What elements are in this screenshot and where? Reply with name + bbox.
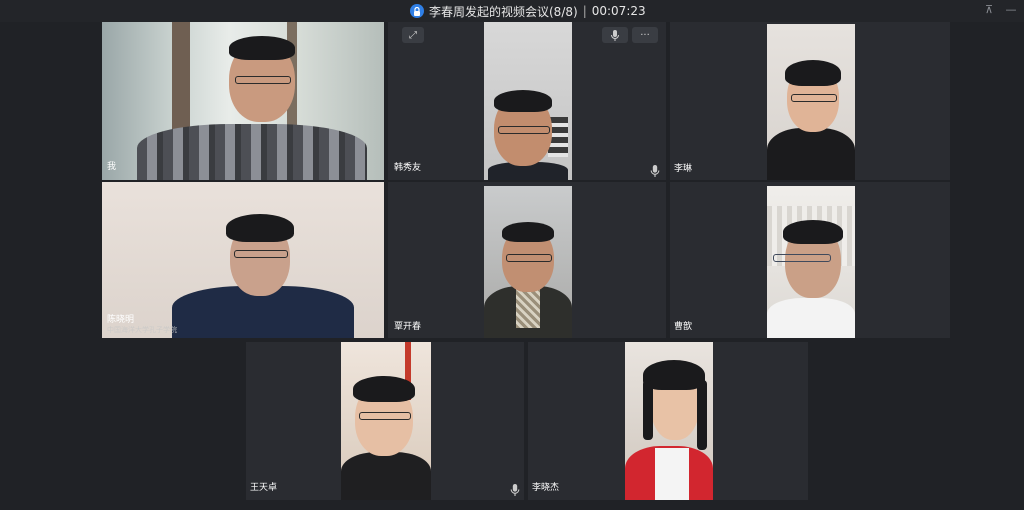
participant-name: 李琳 bbox=[674, 164, 693, 174]
expand-icon[interactable]: ⤢ bbox=[402, 27, 424, 43]
participant-figure bbox=[484, 222, 572, 338]
participant-tile[interactable]: 我 bbox=[102, 22, 384, 180]
participant-name: 王天卓 bbox=[250, 483, 278, 493]
participant-name: 韩秀友 bbox=[394, 163, 422, 173]
participant-tile[interactable]: 李晓杰 bbox=[528, 342, 808, 500]
participant-figure bbox=[767, 220, 855, 338]
participant-figure bbox=[172, 212, 354, 338]
mic-icon bbox=[510, 484, 520, 496]
window-title: 李春周发起的视频会议(8/8) bbox=[429, 4, 578, 19]
participant-tile[interactable]: 王天卓 bbox=[246, 342, 524, 500]
window-title-group: 李春周发起的视频会议(8/8) | 00:07:23 bbox=[410, 3, 646, 19]
participant-tile[interactable]: 李琳 bbox=[670, 22, 950, 180]
video-feed bbox=[484, 22, 572, 180]
participant-tile[interactable]: 覃开春 bbox=[388, 182, 666, 338]
video-feed bbox=[102, 22, 384, 180]
video-feed bbox=[484, 186, 572, 338]
video-feed bbox=[767, 24, 855, 180]
video-feed bbox=[102, 182, 384, 338]
participant-tile[interactable]: 曹歆 bbox=[670, 182, 950, 338]
participant-tile[interactable]: 陈晓明 中国海洋大学孔子学院 bbox=[102, 182, 384, 338]
participant-figure bbox=[137, 34, 367, 180]
mic-button[interactable] bbox=[602, 27, 628, 43]
participant-figure bbox=[625, 356, 713, 500]
participant-tile[interactable]: ⤢ ··· 韩秀友 bbox=[388, 22, 666, 180]
participant-name: 陈晓明 bbox=[107, 315, 135, 325]
mic-icon bbox=[611, 29, 619, 41]
meeting-timer: 00:07:23 bbox=[591, 4, 646, 18]
participant-name: 李晓杰 bbox=[532, 483, 560, 493]
pin-icon[interactable]: ⊼ bbox=[982, 3, 996, 16]
title-bar: 李春周发起的视频会议(8/8) | 00:07:23 ⊼ — bbox=[0, 0, 1024, 22]
participant-org: 中国海洋大学孔子学院 bbox=[107, 326, 177, 334]
participant-figure bbox=[767, 60, 855, 180]
participant-figure bbox=[341, 376, 431, 500]
video-feed bbox=[341, 342, 431, 500]
video-feed bbox=[767, 186, 855, 338]
more-button[interactable]: ··· bbox=[632, 27, 658, 43]
participant-name: 我 bbox=[107, 162, 117, 172]
mic-icon bbox=[650, 165, 660, 177]
participant-name: 覃开春 bbox=[394, 322, 422, 332]
minimize-icon[interactable]: — bbox=[1004, 3, 1018, 16]
lock-icon bbox=[410, 4, 424, 18]
video-feed bbox=[625, 342, 713, 500]
title-separator: | bbox=[582, 4, 587, 18]
participant-name: 曹歆 bbox=[674, 322, 693, 332]
participant-figure bbox=[484, 90, 572, 180]
